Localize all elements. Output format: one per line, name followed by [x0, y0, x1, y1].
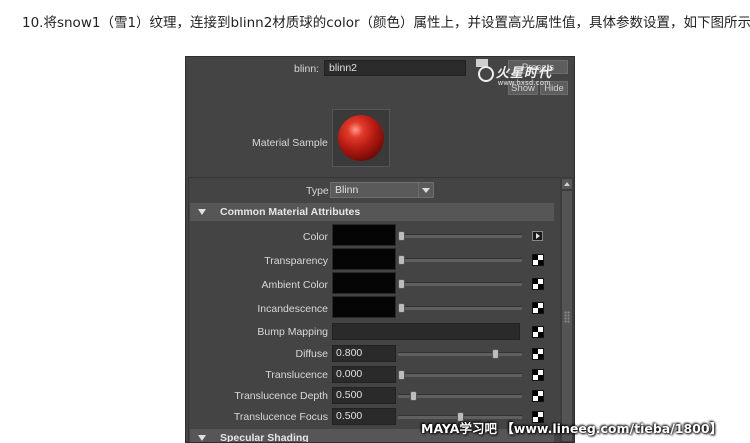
scroll-thumb[interactable] — [562, 191, 572, 441]
ambient-color-label: Ambient Color — [261, 279, 328, 291]
map-checker-icon[interactable] — [532, 390, 544, 402]
map-checker-icon[interactable] — [532, 278, 544, 290]
slider-knob[interactable] — [492, 349, 499, 359]
material-sample-label: Material Sample — [252, 137, 328, 149]
color-label: Color — [302, 231, 328, 243]
vertical-scrollbar[interactable] — [560, 177, 574, 442]
hxsd-watermark: 火星时代 www.hxsd.com — [476, 62, 574, 94]
translucence-depth-field[interactable]: 0.500 — [332, 387, 396, 404]
section-title: Specular Shading — [220, 432, 309, 443]
transparency-slider[interactable] — [398, 255, 522, 265]
material-ball-preview — [338, 115, 384, 161]
translucence-focus-field[interactable]: 0.500 — [332, 408, 396, 425]
expand-triangle-icon[interactable] — [198, 435, 206, 441]
transparency-swatch[interactable] — [332, 248, 396, 270]
incandescence-label: Incandescence — [257, 303, 328, 315]
incandescence-swatch[interactable] — [332, 296, 396, 318]
watermark-url: www.hxsd.com — [498, 80, 551, 87]
color-slider[interactable] — [398, 231, 522, 241]
slider-knob[interactable] — [398, 279, 405, 289]
chevron-down-icon[interactable] — [418, 183, 433, 197]
section-title: Common Material Attributes — [220, 206, 361, 218]
footer-watermark: MAYA学习吧 【www.lineeg.com/tieba/1800】 — [421, 421, 723, 436]
material-sample-swatch — [332, 109, 390, 167]
map-connected-icon[interactable] — [532, 231, 543, 241]
slider-knob[interactable] — [398, 231, 405, 241]
map-checker-icon[interactable] — [532, 254, 544, 266]
hxsd-logo-icon — [478, 66, 494, 82]
tutorial-caption: 10.将snow1（雪1）纹理，连接到blinn2材质球的color（颜色）属性… — [22, 15, 750, 31]
diffuse-field[interactable]: 0.800 — [332, 345, 396, 362]
color-swatch[interactable] — [332, 224, 396, 246]
slider-knob[interactable] — [410, 391, 417, 401]
incandescence-slider[interactable] — [398, 303, 522, 313]
slider-knob[interactable] — [398, 255, 405, 265]
map-checker-icon[interactable] — [532, 302, 544, 314]
diffuse-label: Diffuse — [295, 348, 329, 360]
translucence-depth-label: Translucence Depth — [234, 390, 328, 402]
scroll-up-arrow-icon[interactable] — [562, 179, 572, 189]
transparency-label: Transparency — [264, 255, 328, 267]
translucence-depth-slider[interactable] — [398, 391, 522, 401]
material-name-label: blinn: — [294, 63, 320, 75]
material-header: blinn: blinn2 Presets Show Hide 火星时代 www… — [186, 57, 574, 103]
translucence-label: Translucence — [265, 369, 328, 381]
translucence-field[interactable]: 0.000 — [332, 366, 396, 383]
slider-knob[interactable] — [398, 303, 405, 313]
map-checker-icon[interactable] — [532, 326, 544, 338]
ambient-color-swatch[interactable] — [332, 272, 396, 294]
slider-knob[interactable] — [398, 370, 405, 380]
diffuse-slider[interactable] — [398, 349, 522, 359]
ambient-color-slider[interactable] — [398, 279, 522, 289]
scroll-grip-icon — [564, 311, 570, 323]
translucence-slider[interactable] — [398, 370, 522, 380]
type-label: Type — [306, 185, 329, 197]
bump-mapping-label: Bump Mapping — [257, 326, 328, 338]
material-name-field[interactable]: blinn2 — [324, 60, 466, 76]
map-checker-icon[interactable] — [532, 369, 544, 381]
bump-mapping-field[interactable] — [332, 323, 520, 340]
type-dropdown[interactable]: Blinn — [330, 182, 434, 198]
watermark-title: 火星时代 — [496, 65, 553, 80]
map-checker-icon[interactable] — [532, 348, 544, 360]
translucence-focus-label: Translucence Focus — [233, 411, 328, 423]
section-common-material-attributes[interactable]: Common Material Attributes — [190, 203, 554, 221]
type-value: Blinn — [335, 184, 359, 196]
attribute-editor-panel: blinn: blinn2 Presets Show Hide 火星时代 www… — [185, 56, 575, 443]
expand-triangle-icon[interactable] — [198, 209, 206, 215]
